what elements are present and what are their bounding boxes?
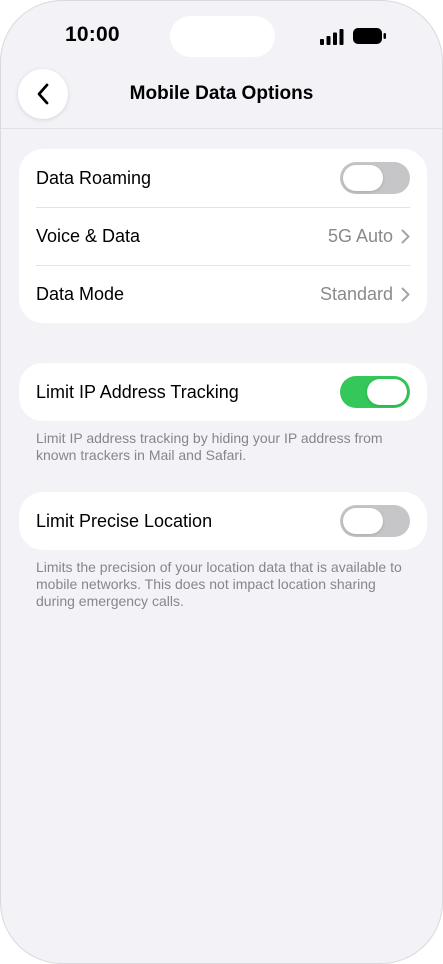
- toggle-knob: [343, 165, 383, 191]
- toggle-knob: [343, 508, 383, 534]
- toggle-knob: [367, 379, 407, 405]
- chevron-right-icon: [401, 287, 410, 301]
- limit-ip-footnote: Limit IP address tracking by hiding your…: [36, 430, 383, 463]
- dynamic-island: [170, 16, 275, 57]
- data-roaming-toggle[interactable]: [340, 162, 410, 194]
- page-title: Mobile Data Options: [129, 83, 314, 104]
- data-roaming-row: Data Roaming: [19, 149, 427, 207]
- limit-ip-label: Limit IP Address Tracking: [36, 381, 239, 402]
- limit-ip-row: Limit IP Address Tracking: [19, 363, 427, 421]
- limit-ip-toggle[interactable]: [340, 376, 410, 408]
- limit-location-row: Limit Precise Location: [19, 492, 427, 550]
- data-mode-value: Standard: [319, 283, 393, 304]
- data-roaming-label: Data Roaming: [36, 167, 152, 188]
- limit-location-group: Limit Precise Location: [19, 492, 427, 550]
- data-mode-label: Data Mode: [36, 283, 125, 304]
- limit-ip-group: Limit IP Address Tracking: [19, 363, 427, 421]
- voice-data-value: 5G Auto: [327, 225, 393, 246]
- voice-data-row[interactable]: Voice & Data 5G Auto: [19, 207, 427, 265]
- phone-screen: 10:00 Mobile Data Options Data Roaming V…: [0, 0, 443, 964]
- data-mode-row[interactable]: Data Mode Standard: [19, 265, 427, 323]
- limit-location-label: Limit Precise Location: [36, 510, 213, 531]
- chevron-right-icon: [401, 229, 410, 243]
- voice-data-label: Voice & Data: [36, 225, 141, 246]
- limit-location-toggle[interactable]: [340, 505, 410, 537]
- cellular-signal-icon: [320, 29, 344, 45]
- nav-divider: [1, 128, 442, 129]
- limit-location-footnote: Limits the precision of your location da…: [36, 559, 402, 609]
- status-time: 10:00: [65, 23, 120, 46]
- mobile-data-group: Data Roaming Voice & Data 5G Auto Data M…: [19, 149, 427, 323]
- battery-icon: [353, 28, 386, 44]
